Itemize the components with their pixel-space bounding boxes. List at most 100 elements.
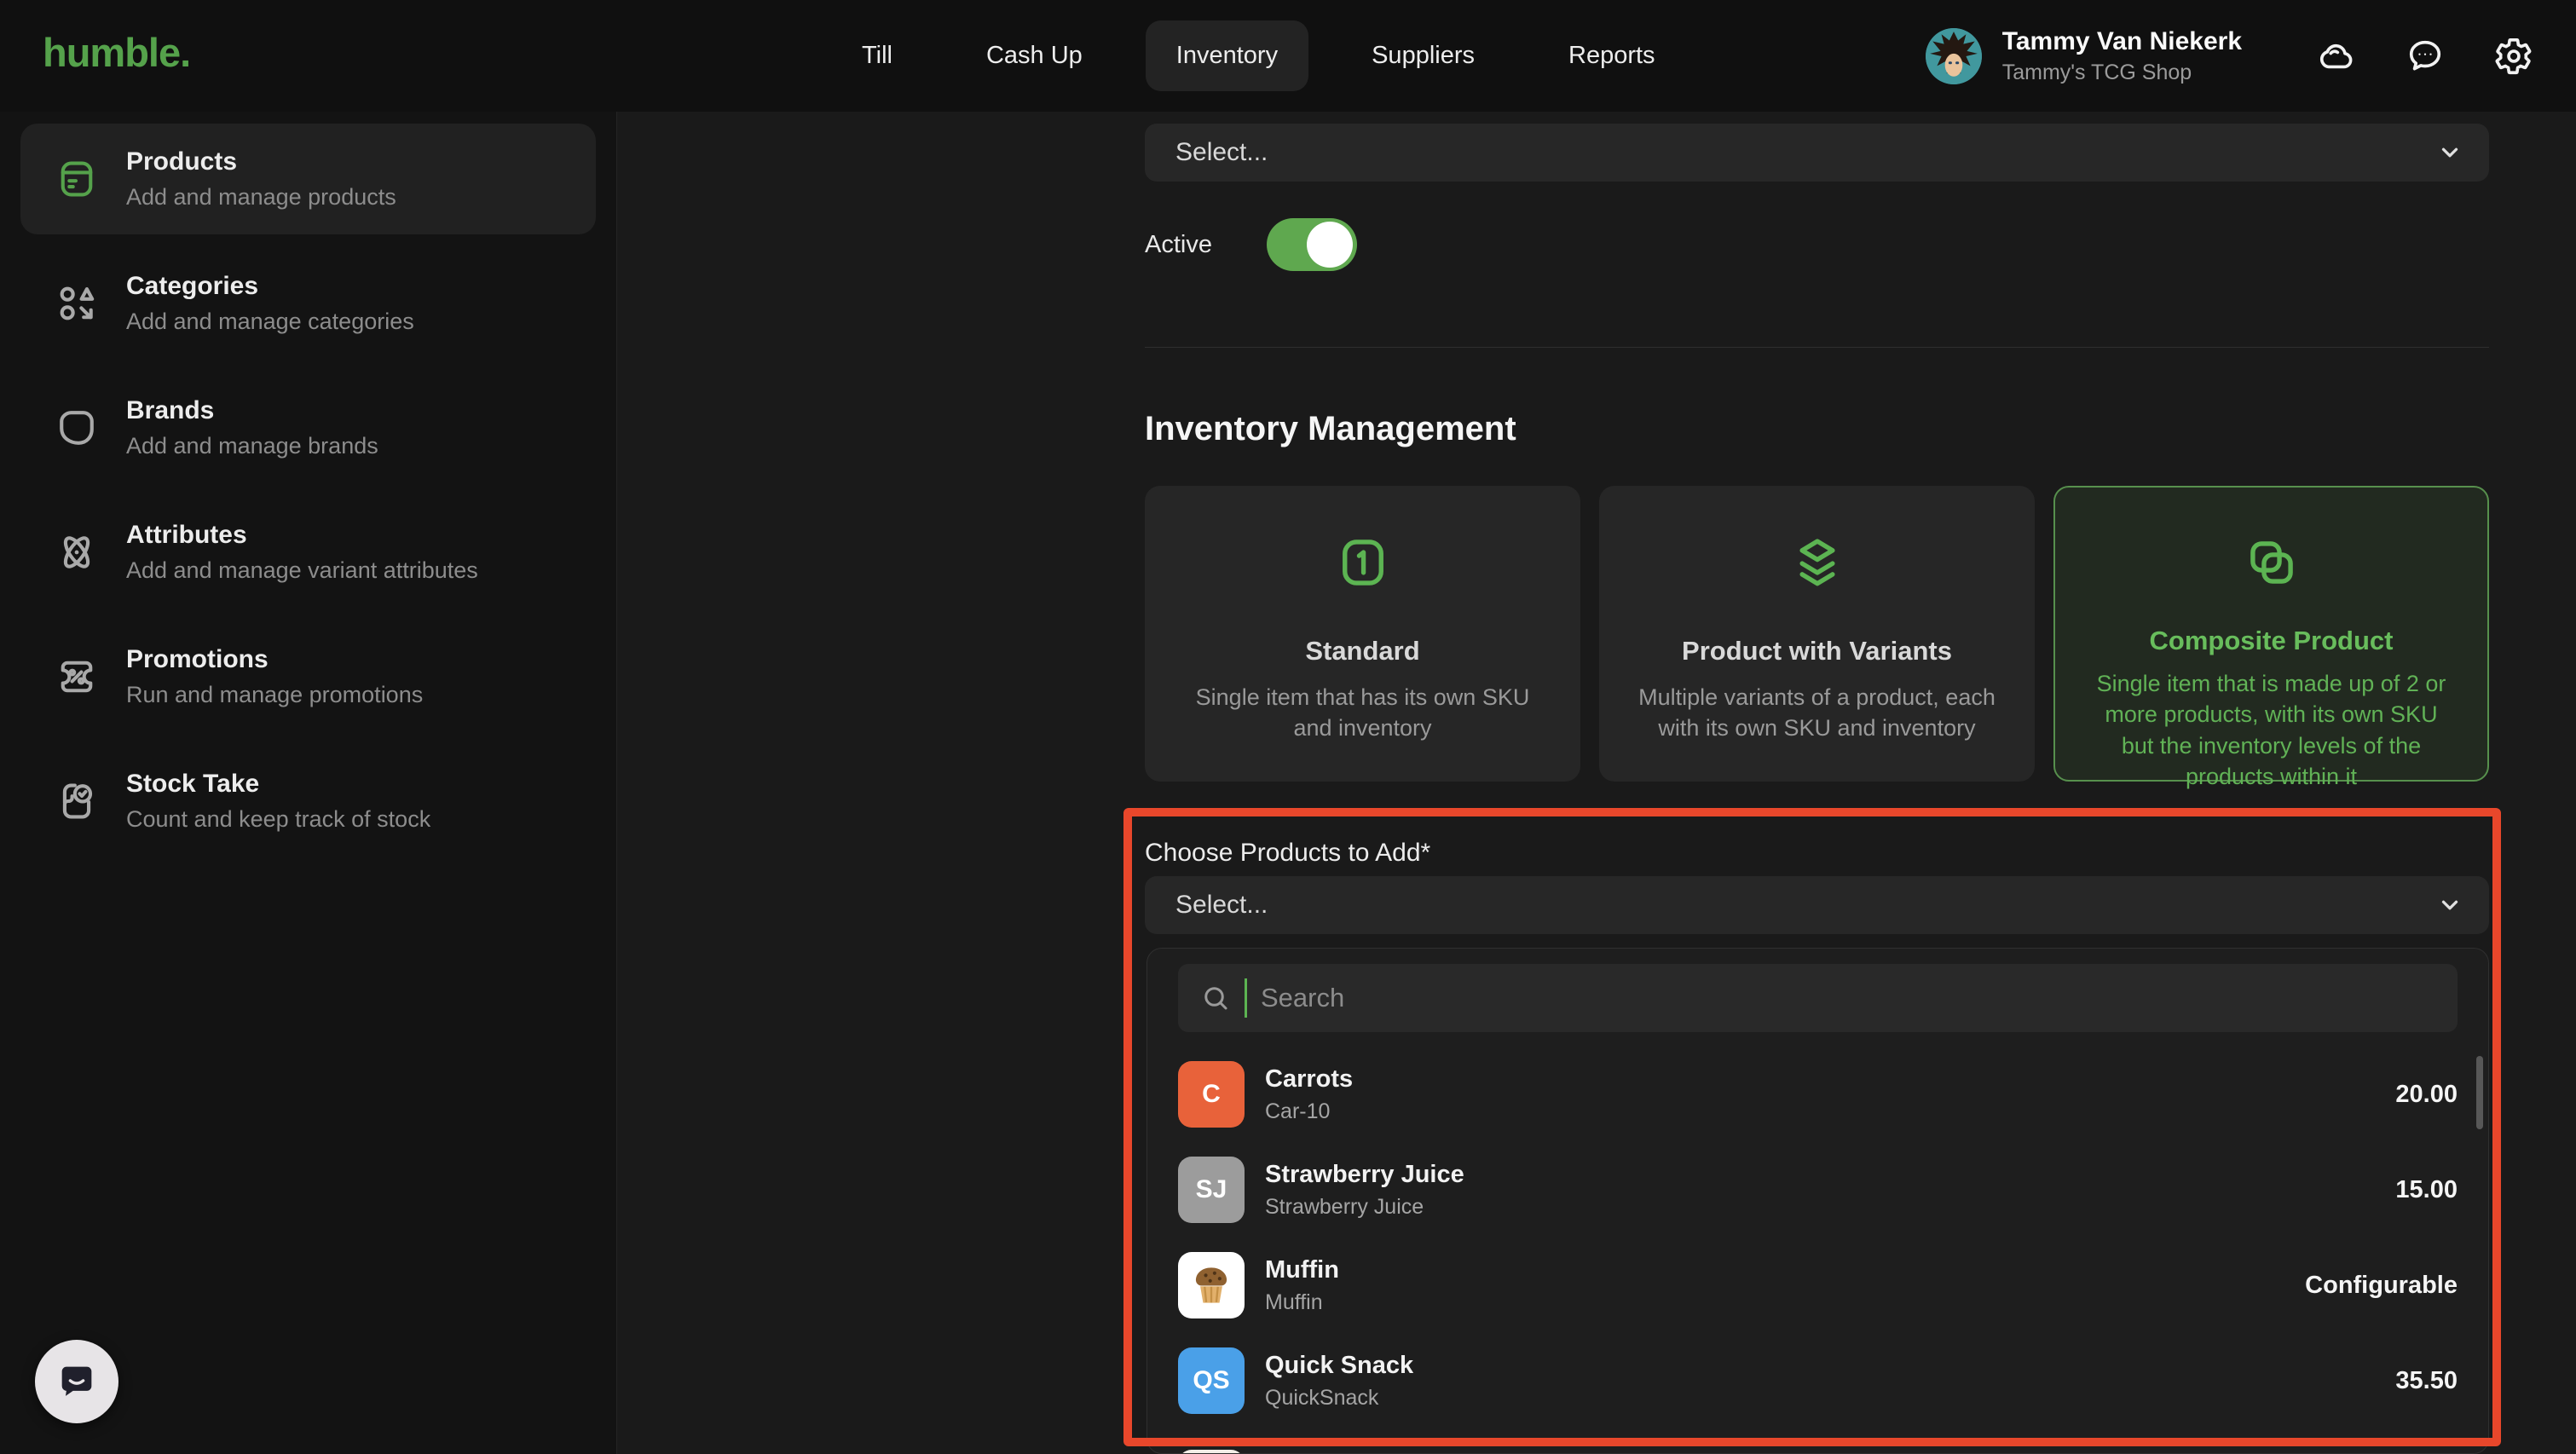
sidebar-item-brands[interactable]: Brands Add and manage brands [20, 372, 596, 483]
sidebar-item-title: Categories [126, 272, 414, 301]
dropdown-scrollbar[interactable] [2476, 1056, 2483, 1129]
app-logo: humble. [43, 29, 190, 76]
avatar-initials: QS [1193, 1366, 1229, 1395]
chat-launcher-button[interactable] [35, 1340, 118, 1423]
card-title: Composite Product [2150, 626, 2394, 656]
user-menu[interactable]: Tammy Van Niekerk Tammy's TCG Shop [1926, 27, 2242, 85]
dropdown-searchbox[interactable] [1178, 964, 2458, 1032]
product-photo-muffin [1178, 1252, 1245, 1318]
toggle-knob [1307, 222, 1353, 268]
sidebar-item-title: Attributes [126, 521, 478, 550]
card-title: Product with Variants [1682, 636, 1952, 666]
sidebar-item-desc: Count and keep track of stock [126, 806, 430, 833]
sidebar-item-desc: Add and manage variant attributes [126, 557, 478, 584]
gear-icon[interactable] [2494, 37, 2533, 76]
top-select[interactable]: Select... [1145, 124, 2489, 182]
sidebar-item-desc: Add and manage products [126, 184, 396, 211]
product-avatar: SJ [1178, 1157, 1245, 1223]
sidebar-item-promotions[interactable]: Promotions Run and manage promotions [20, 621, 596, 732]
select-placeholder: Select... [1175, 138, 1268, 167]
product-price: Configurable [2305, 1272, 2458, 1300]
intercom-icon [55, 1359, 99, 1404]
user-name: Tammy Van Niekerk [2002, 27, 2242, 55]
topbar: humble. Till Cash Up Inventory Suppliers… [0, 0, 2576, 112]
sidebar-item-categories[interactable]: Categories Add and manage categories [20, 248, 596, 359]
nav-item-suppliers[interactable]: Suppliers [1341, 20, 1505, 91]
user-shop: Tammy's TCG Shop [2002, 61, 2242, 85]
sidebar: Products Add and manage products Categor… [0, 112, 617, 1454]
topbar-right: Tammy Van Niekerk Tammy's TCG Shop [1926, 0, 2533, 112]
text-caret [1245, 978, 1247, 1018]
section-divider [1145, 347, 2489, 348]
sidebar-item-title: Brands [126, 396, 378, 425]
choose-products-select[interactable]: Select... [1145, 876, 2489, 934]
list-item-strawberry-juice[interactable]: SJ Strawberry Juice Strawberry Juice 15.… [1147, 1142, 2488, 1238]
promotions-icon [55, 655, 99, 699]
sidebar-item-products[interactable]: Products Add and manage products [20, 124, 596, 234]
card-desc: Single item that is made up of 2 or more… [2086, 668, 2457, 793]
card-desc: Multiple variants of a product, each wit… [1630, 682, 2004, 744]
nav-item-inventory[interactable]: Inventory [1146, 20, 1308, 91]
product-sku: Muffin [1265, 1290, 1339, 1315]
card-product-with-variants[interactable]: Product with Variants Multiple variants … [1599, 486, 2035, 782]
products-dropdown-panel: C Carrots Car-10 20.00 SJ Strawberry Jui… [1146, 948, 2489, 1454]
avatar-initials: C [1202, 1080, 1221, 1109]
stocktake-icon [55, 779, 99, 823]
brands-icon [55, 406, 99, 450]
select-placeholder: Select... [1175, 891, 1268, 920]
nav-item-cash-up[interactable]: Cash Up [956, 20, 1113, 91]
sidebar-item-attributes[interactable]: Attributes Add and manage variant attrib… [20, 497, 596, 608]
product-price: 15.00 [2395, 1176, 2458, 1204]
chevron-down-icon [2434, 890, 2465, 920]
product-price: 20.00 [2395, 1081, 2458, 1109]
search-input[interactable] [1261, 983, 2435, 1013]
product-sku: QuickSnack [1265, 1386, 1413, 1411]
avatar [1926, 28, 1982, 84]
active-row: Active [1145, 218, 1357, 271]
attributes-icon [55, 530, 99, 574]
choose-products-label: Choose Products to Add* [1145, 839, 1430, 868]
list-item-muffin[interactable]: Muffin Muffin Configurable [1147, 1238, 2488, 1333]
card-standard[interactable]: Standard Single item that has its own SK… [1145, 486, 1580, 782]
main-content: Select... Active Inventory Management St… [618, 112, 2576, 1454]
card-composite-product[interactable]: Composite Product Single item that is ma… [2053, 486, 2489, 782]
card-desc: Single item that has its own SKU and inv… [1175, 682, 1550, 744]
inventory-type-cards: Standard Single item that has its own SK… [1145, 486, 2489, 782]
sidebar-item-desc: Add and manage categories [126, 309, 414, 335]
products-icon [55, 157, 99, 201]
product-name: Quick Snack [1265, 1352, 1413, 1380]
product-sku: Car-10 [1265, 1099, 1353, 1124]
sidebar-item-title: Products [126, 147, 396, 176]
list-item-quick-snack[interactable]: QS Quick Snack QuickSnack 35.50 [1147, 1333, 2488, 1428]
product-price: 35.50 [2395, 1367, 2458, 1395]
sidebar-item-desc: Add and manage brands [126, 433, 378, 459]
sidebar-item-title: Stock Take [126, 770, 430, 799]
cloud-icon[interactable] [2317, 37, 2356, 76]
sidebar-item-title: Promotions [126, 645, 423, 674]
nav-item-reports[interactable]: Reports [1538, 20, 1686, 91]
product-name: Carrots [1265, 1065, 1353, 1093]
product-name: Strawberry Juice [1265, 1161, 1464, 1189]
sidebar-item-stock-take[interactable]: Stock Take Count and keep track of stock [20, 746, 596, 857]
link-icon [2243, 534, 2301, 591]
avatar-initials: SJ [1196, 1175, 1227, 1204]
product-avatar: QS [1178, 1347, 1245, 1414]
section-title: Inventory Management [1145, 410, 1516, 448]
active-toggle[interactable] [1267, 218, 1357, 271]
layers-icon [1788, 534, 1846, 591]
chat-icon[interactable] [2406, 37, 2445, 76]
search-icon [1200, 983, 1231, 1013]
list-item-carrots[interactable]: C Carrots Car-10 20.00 [1147, 1047, 2488, 1142]
sidebar-item-desc: Run and manage promotions [126, 682, 423, 708]
one-icon [1334, 534, 1392, 591]
card-title: Standard [1305, 636, 1419, 666]
list-item-partial[interactable] [1147, 1435, 2488, 1454]
product-name: Muffin [1265, 1256, 1339, 1284]
product-avatar: C [1178, 1061, 1245, 1128]
product-sku: Strawberry Juice [1265, 1195, 1464, 1220]
chevron-down-icon [2434, 137, 2465, 168]
nav-item-till[interactable]: Till [831, 20, 923, 91]
product-photo-partial [1178, 1450, 1245, 1454]
primary-nav: Till Cash Up Inventory Suppliers Reports [831, 0, 1686, 112]
active-label: Active [1145, 231, 1212, 259]
